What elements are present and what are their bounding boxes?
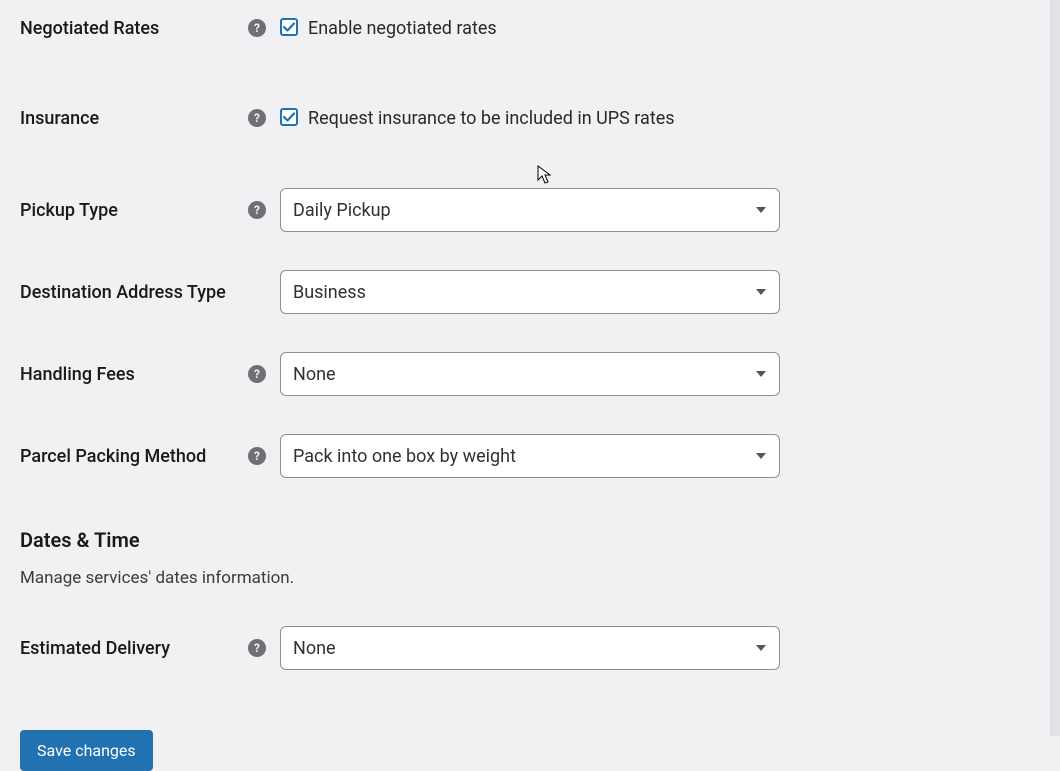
- section-dates-time-heading: Dates & Time: [0, 528, 1060, 552]
- scrollbar[interactable]: [1050, 0, 1060, 736]
- negotiated-rates-checkbox-label: Enable negotiated rates: [308, 18, 497, 39]
- negotiated-rates-label: Negotiated Rates: [20, 18, 159, 39]
- row-pickup-type: Pickup Type ? Daily Pickup: [0, 188, 1060, 232]
- row-negotiated-rates: Negotiated Rates ? Enable negotiated rat…: [0, 8, 1060, 48]
- destination-address-type-label: Destination Address Type: [20, 282, 226, 303]
- handling-fees-label: Handling Fees: [20, 364, 135, 385]
- row-handling-fees: Handling Fees ? None: [0, 352, 1060, 396]
- handling-fees-select[interactable]: None: [280, 352, 780, 396]
- row-insurance: Insurance ? Request insurance to be incl…: [0, 98, 1060, 138]
- help-icon[interactable]: ?: [248, 365, 266, 383]
- negotiated-rates-checkbox[interactable]: [280, 18, 298, 36]
- help-icon[interactable]: ?: [248, 109, 266, 127]
- parcel-packing-method-select[interactable]: Pack into one box by weight: [280, 434, 780, 478]
- save-button[interactable]: Save changes: [20, 730, 153, 771]
- help-icon[interactable]: ?: [248, 639, 266, 657]
- help-icon[interactable]: ?: [248, 19, 266, 37]
- insurance-label: Insurance: [20, 108, 99, 129]
- insurance-checkbox[interactable]: [280, 108, 298, 126]
- estimated-delivery-select[interactable]: None: [280, 626, 780, 670]
- parcel-packing-method-label: Parcel Packing Method: [20, 446, 206, 467]
- row-estimated-delivery: Estimated Delivery ? None: [0, 626, 1060, 670]
- help-icon[interactable]: ?: [248, 447, 266, 465]
- insurance-checkbox-label: Request insurance to be included in UPS …: [308, 108, 675, 129]
- help-icon[interactable]: ?: [248, 201, 266, 219]
- pickup-type-select[interactable]: Daily Pickup: [280, 188, 780, 232]
- estimated-delivery-label: Estimated Delivery: [20, 638, 170, 659]
- row-destination-address-type: Destination Address Type Business: [0, 270, 1060, 314]
- pickup-type-label: Pickup Type: [20, 200, 118, 221]
- destination-address-type-select[interactable]: Business: [280, 270, 780, 314]
- row-parcel-packing-method: Parcel Packing Method ? Pack into one bo…: [0, 434, 1060, 478]
- section-dates-time-desc: Manage services' dates information.: [0, 552, 1060, 588]
